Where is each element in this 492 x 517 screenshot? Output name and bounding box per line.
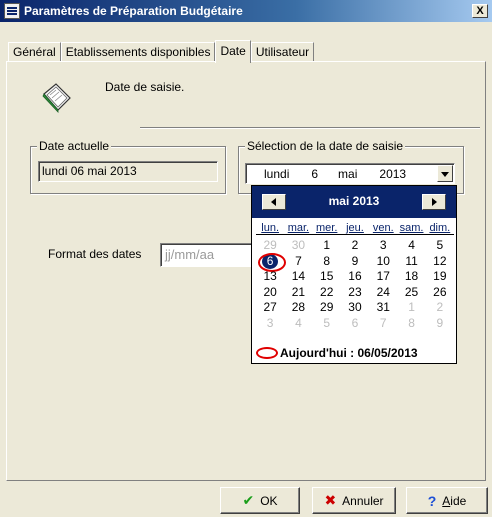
question-mark-icon: ? (427, 492, 437, 509)
calendar-dropdown: mai 2013 lun. mar. mer. jeu. ven. sam. dim. 29… (251, 185, 457, 364)
calendar-day[interactable]: 15 (313, 269, 341, 285)
cancel-button[interactable]: ✖ Annuler (312, 487, 396, 514)
calendar-day[interactable]: 25 (397, 285, 425, 301)
calendar-day-selected[interactable]: 6 (256, 252, 287, 272)
calendar-day[interactable]: 22 (313, 285, 341, 301)
calendar-day[interactable]: 24 (369, 285, 397, 301)
date-month[interactable]: mai (338, 167, 357, 181)
calendar-day[interactable]: 16 (341, 269, 369, 285)
close-button[interactable]: X (472, 4, 488, 18)
date-format-input[interactable]: jj/mm/aa (160, 243, 260, 267)
tab-date[interactable]: Date (215, 40, 251, 63)
calendar-day[interactable]: 4 (397, 238, 425, 254)
calendar-day[interactable]: 3 (369, 238, 397, 254)
calendar-day-grid: 29 30 1 2 3 4 5 6 7 8 9 10 11 12 13 14 15 16 17 18 19 20 21 22 2… (256, 238, 454, 332)
tab-etablissements[interactable]: Etablissements disponibles (60, 42, 216, 62)
weekday-label: sam. (399, 222, 424, 234)
help-button[interactable]: ? Aide (406, 487, 488, 514)
calendar-day[interactable]: 13 (256, 269, 284, 285)
calendar-week-row: 20 21 22 23 24 25 26 (256, 285, 454, 301)
calendar-day[interactable]: 3 (256, 316, 284, 332)
calendar-week-row: 27 28 29 30 31 1 2 (256, 300, 454, 316)
calendar-week-row: 6 7 8 9 10 11 12 (256, 252, 454, 272)
calendar-day[interactable]: 19 (426, 269, 454, 285)
calendar-day[interactable]: 2 (341, 238, 369, 254)
calendar-week-row: 29 30 1 2 3 4 5 (256, 238, 454, 254)
current-date-field: lundi 06 mai 2013 (38, 161, 218, 182)
calendar-day[interactable]: 18 (397, 269, 425, 285)
tab-strip: Général Etablissements disponibles Date … (8, 40, 315, 63)
calendar-day[interactable]: 12 (426, 254, 454, 270)
format-label: Format des dates (48, 247, 142, 261)
calendar-day[interactable]: 1 (313, 238, 341, 254)
date-picker-combo[interactable]: lundi 6 mai 2013 (245, 163, 455, 184)
window-title: Paramètres de Préparation Budgétaire (24, 4, 243, 18)
calendar-day[interactable]: 30 (341, 300, 369, 316)
calendar-day[interactable]: 29 (313, 300, 341, 316)
next-month-button[interactable] (422, 194, 446, 210)
calendar-week-row: 13 14 15 16 17 18 19 (256, 269, 454, 285)
today-circle-icon (256, 347, 278, 359)
calendar-day[interactable]: 1 (397, 300, 425, 316)
calendar-day[interactable]: 5 (426, 238, 454, 254)
help-label: Aide (442, 493, 467, 508)
weekday-label: ven. (372, 222, 394, 234)
today-link[interactable]: Aujourd'hui : 06/05/2013 (252, 344, 456, 362)
title-bar: Paramètres de Préparation Budgétaire X (0, 0, 492, 22)
date-year[interactable]: 2013 (379, 167, 406, 181)
calendar-day[interactable]: 21 (284, 285, 312, 301)
calendar-day[interactable]: 17 (369, 269, 397, 285)
calendar-day[interactable]: 11 (397, 254, 425, 270)
calendar-day[interactable]: 6 (341, 316, 369, 332)
today-label[interactable]: Aujourd'hui : 06/05/2013 (280, 346, 418, 360)
weekday-header-row: lun. mar. mer. jeu. ven. sam. dim. (256, 222, 454, 235)
date-selection-group-label: Sélection de la date de saisie (245, 139, 406, 153)
section-divider (140, 127, 480, 129)
calendar-day[interactable]: 30 (284, 238, 312, 254)
calendar-day[interactable]: 29 (256, 238, 284, 254)
check-icon: ✔ (242, 492, 255, 508)
book-icon (42, 83, 71, 114)
section-title: Date de saisie. (105, 80, 185, 94)
tab-general[interactable]: Général (8, 42, 61, 62)
calendar-day[interactable]: 20 (256, 285, 284, 301)
settings-window-icon (4, 3, 20, 19)
calendar-day[interactable]: 7 (369, 316, 397, 332)
calendar-day[interactable]: 9 (426, 316, 454, 332)
x-icon: ✖ (324, 492, 337, 508)
calendar-day[interactable]: 23 (341, 285, 369, 301)
calendar-day[interactable]: 26 (426, 285, 454, 301)
calendar-day[interactable]: 2 (426, 300, 454, 316)
weekday-label: dim. (429, 222, 451, 234)
calendar-day[interactable]: 4 (284, 316, 312, 332)
calendar-day[interactable]: 8 (397, 316, 425, 332)
date-day[interactable]: 6 (311, 167, 318, 181)
calendar-day[interactable]: 8 (313, 254, 341, 270)
ok-label: OK (260, 493, 278, 508)
calendar-day[interactable]: 14 (284, 269, 312, 285)
calendar-day[interactable]: 7 (284, 254, 312, 270)
weekday-label: lun. (261, 222, 280, 234)
weekday-label: mar. (287, 222, 310, 234)
calendar-week-row: 3456789 (256, 316, 454, 332)
cancel-label: Annuler (342, 493, 384, 508)
current-date-group-label: Date actuelle (37, 139, 112, 153)
calendar-day[interactable]: 31 (369, 300, 397, 316)
weekday-label: mer. (316, 222, 338, 234)
tab-utilisateur[interactable]: Utilisateur (250, 42, 315, 62)
calendar-day[interactable]: 10 (369, 254, 397, 270)
calendar-day[interactable]: 5 (313, 316, 341, 332)
calendar-day[interactable]: 9 (341, 254, 369, 270)
calendar-header: mai 2013 (252, 186, 456, 218)
chevron-down-icon[interactable] (437, 165, 453, 182)
date-weekday[interactable]: lundi (264, 167, 289, 181)
calendar-day[interactable]: 28 (284, 300, 312, 316)
ok-button[interactable]: ✔ OK (220, 487, 300, 514)
calendar-day[interactable]: 27 (256, 300, 284, 316)
weekday-label: jeu. (346, 222, 364, 234)
